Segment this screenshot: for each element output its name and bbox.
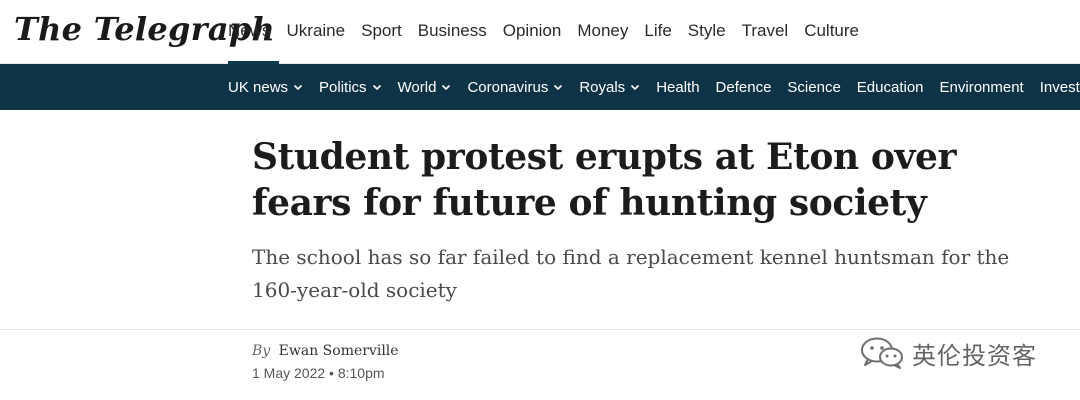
subnav-label: UK news xyxy=(228,78,289,96)
secondary-nav-items: UK news Politics World Coronavirus Royals Hea… xyxy=(228,64,1080,110)
nav-life[interactable]: Life xyxy=(636,0,679,64)
subnav-royals[interactable]: Royals xyxy=(571,64,648,110)
subnav-label: Investigations xyxy=(1039,78,1080,96)
nav-style[interactable]: Style xyxy=(680,0,734,64)
secondary-nav: UK news Politics World Coronavirus Royals Hea… xyxy=(0,64,1080,110)
byline: By Ewan Somerville xyxy=(252,343,399,359)
subnav-label: World xyxy=(397,78,437,96)
article-standfirst: The school has so far failed to find a r… xyxy=(252,245,1010,302)
nav-money[interactable]: Money xyxy=(569,0,636,64)
divider xyxy=(0,329,1080,330)
subnav-label: Environment xyxy=(939,78,1024,96)
subnav-world[interactable]: World xyxy=(390,64,460,110)
nav-ukraine[interactable]: Ukraine xyxy=(279,0,354,64)
subnav-coronavirus[interactable]: Coronavirus xyxy=(459,64,571,110)
subnav-investigations[interactable]: Investigations xyxy=(1032,64,1080,110)
subnav-uk-news[interactable]: UK news xyxy=(228,64,311,110)
subnav-label: Health xyxy=(656,78,700,96)
subnav-label: Education xyxy=(856,78,924,96)
nav-travel[interactable]: Travel xyxy=(734,0,797,64)
subnav-label: Science xyxy=(787,78,841,96)
subnav-politics[interactable]: Politics xyxy=(311,64,390,110)
wechat-icon xyxy=(861,337,903,369)
chevron-down-icon xyxy=(441,82,451,92)
nav-business[interactable]: Business xyxy=(410,0,495,64)
subnav-defence[interactable]: Defence xyxy=(708,64,780,110)
subnav-label: Politics xyxy=(319,78,367,96)
nav-culture[interactable]: Culture xyxy=(796,0,867,64)
byline-prefix: By xyxy=(252,343,271,359)
nav-opinion[interactable]: Opinion xyxy=(495,0,570,64)
nav-news[interactable]: News xyxy=(228,0,279,64)
nav-sport[interactable]: Sport xyxy=(353,0,410,64)
publish-date: 1 May 2022 • 8:10pm xyxy=(252,365,385,381)
chevron-down-icon xyxy=(293,82,303,92)
watermark: 英伦投资客 xyxy=(858,336,1037,370)
author-link[interactable]: Ewan Somerville xyxy=(279,343,399,359)
article-headline: Student protest erupts at Eton over fear… xyxy=(252,136,957,224)
subnav-health[interactable]: Health xyxy=(648,64,707,110)
subnav-environment[interactable]: Environment xyxy=(932,64,1032,110)
subnav-label: Royals xyxy=(579,78,626,96)
subnav-education[interactable]: Education xyxy=(849,64,932,110)
masthead: The Telegraph News Ukraine Sport Business Op… xyxy=(0,0,1080,64)
watermark-text: 英伦投资客 xyxy=(912,341,1037,370)
chevron-down-icon xyxy=(630,82,640,92)
subnav-science[interactable]: Science xyxy=(779,64,848,110)
subnav-label: Defence xyxy=(715,78,772,96)
chevron-down-icon xyxy=(372,82,382,92)
subnav-label: Coronavirus xyxy=(467,78,549,96)
primary-nav: News Ukraine Sport Business Opinion Money Life… xyxy=(228,0,867,64)
chevron-down-icon xyxy=(553,82,563,92)
